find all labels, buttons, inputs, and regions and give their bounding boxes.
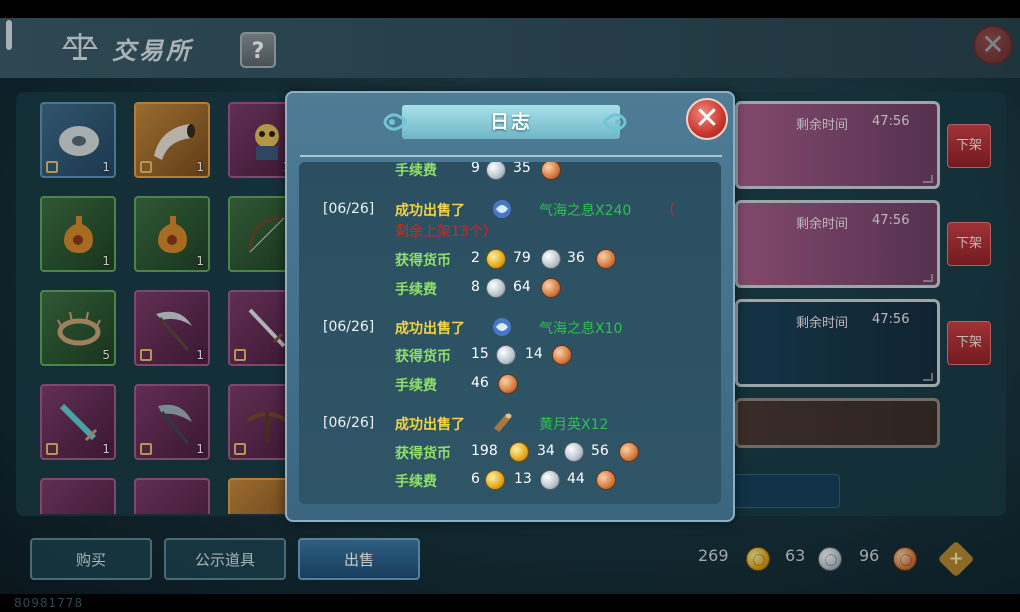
log-note-open: （ [661, 203, 675, 219]
close-log-button[interactable]: ✕ [686, 98, 728, 140]
silver-coin-icon [541, 249, 561, 269]
fee-label: 手续费 [395, 474, 437, 490]
log-dialog-title: 日志 [489, 111, 532, 133]
gold-coin-icon [486, 249, 506, 269]
fee-label: 手续费 [395, 163, 437, 179]
earned-gold: 2 [471, 250, 480, 266]
earned-gold: 198 [471, 443, 498, 459]
fee-copper: 44 [567, 471, 585, 487]
header-divider [300, 155, 722, 157]
top-letterbox [0, 0, 1020, 18]
earned-copper: 14 [525, 346, 543, 362]
log-date: [06/26] [323, 415, 375, 431]
earned-label: 获得货币 [395, 253, 451, 269]
log-note: 剩余上架13个） [395, 224, 497, 240]
silver-coin-icon [486, 278, 506, 298]
log-item-name: 气海之息X240 [539, 203, 632, 219]
earned-label: 获得货币 [395, 446, 451, 462]
earned-silver: 15 [471, 346, 489, 362]
bottom-letterbox [0, 594, 1020, 612]
log-action: 成功出售了 [395, 321, 465, 337]
log-list[interactable]: 手续费 9 35 [06/26] 成功出售了 气海之息X240 （ 剩余上架13… [299, 162, 721, 504]
earned-copper: 56 [591, 443, 609, 459]
copper-coin-icon [619, 442, 639, 462]
fee-copper: 64 [513, 279, 531, 295]
fee-silver: 8 [471, 279, 480, 295]
qi-orb-icon [493, 200, 511, 218]
silver-coin-icon [486, 162, 506, 180]
copper-coin-icon [596, 249, 616, 269]
right-scroll-ornament-icon [602, 113, 627, 131]
copper-coin-icon [541, 162, 561, 180]
fee-label: 手续费 [395, 282, 437, 298]
log-item-name: 黄月英X12 [539, 417, 609, 433]
gold-coin-icon [485, 470, 505, 490]
copper-coin-icon [552, 345, 572, 365]
exchange-screen: 交易所 ? ✕ 1 1 10 1 1 [0, 0, 1020, 612]
log-action: 成功出售了 [395, 417, 465, 433]
silver-coin-icon [540, 470, 560, 490]
watermark-id: 80981778 [14, 596, 84, 610]
gold-coin-icon [509, 442, 529, 462]
copper-coin-icon [596, 470, 616, 490]
fee-label: 手续费 [395, 378, 437, 394]
qi-orb-icon [493, 318, 511, 336]
earned-copper: 36 [567, 250, 585, 266]
earned-silver: 79 [513, 250, 531, 266]
fee-copper: 35 [513, 162, 531, 176]
earned-label: 获得货币 [395, 349, 451, 365]
silver-coin-icon [496, 345, 516, 365]
wooden-log-icon [494, 413, 512, 432]
log-date: [06/26] [323, 201, 375, 217]
log-date: [06/26] [323, 319, 375, 335]
log-action: 成功出售了 [395, 203, 465, 219]
fee-silver: 13 [514, 471, 532, 487]
fee-silver: 9 [471, 162, 480, 176]
copper-coin-icon [498, 374, 518, 394]
fee-gold: 6 [471, 471, 480, 487]
log-item-name: 气海之息X10 [539, 321, 623, 337]
copper-coin-icon [541, 278, 561, 298]
earned-silver: 34 [537, 443, 555, 459]
silver-coin-icon [564, 442, 584, 462]
fee-copper: 46 [471, 375, 489, 391]
